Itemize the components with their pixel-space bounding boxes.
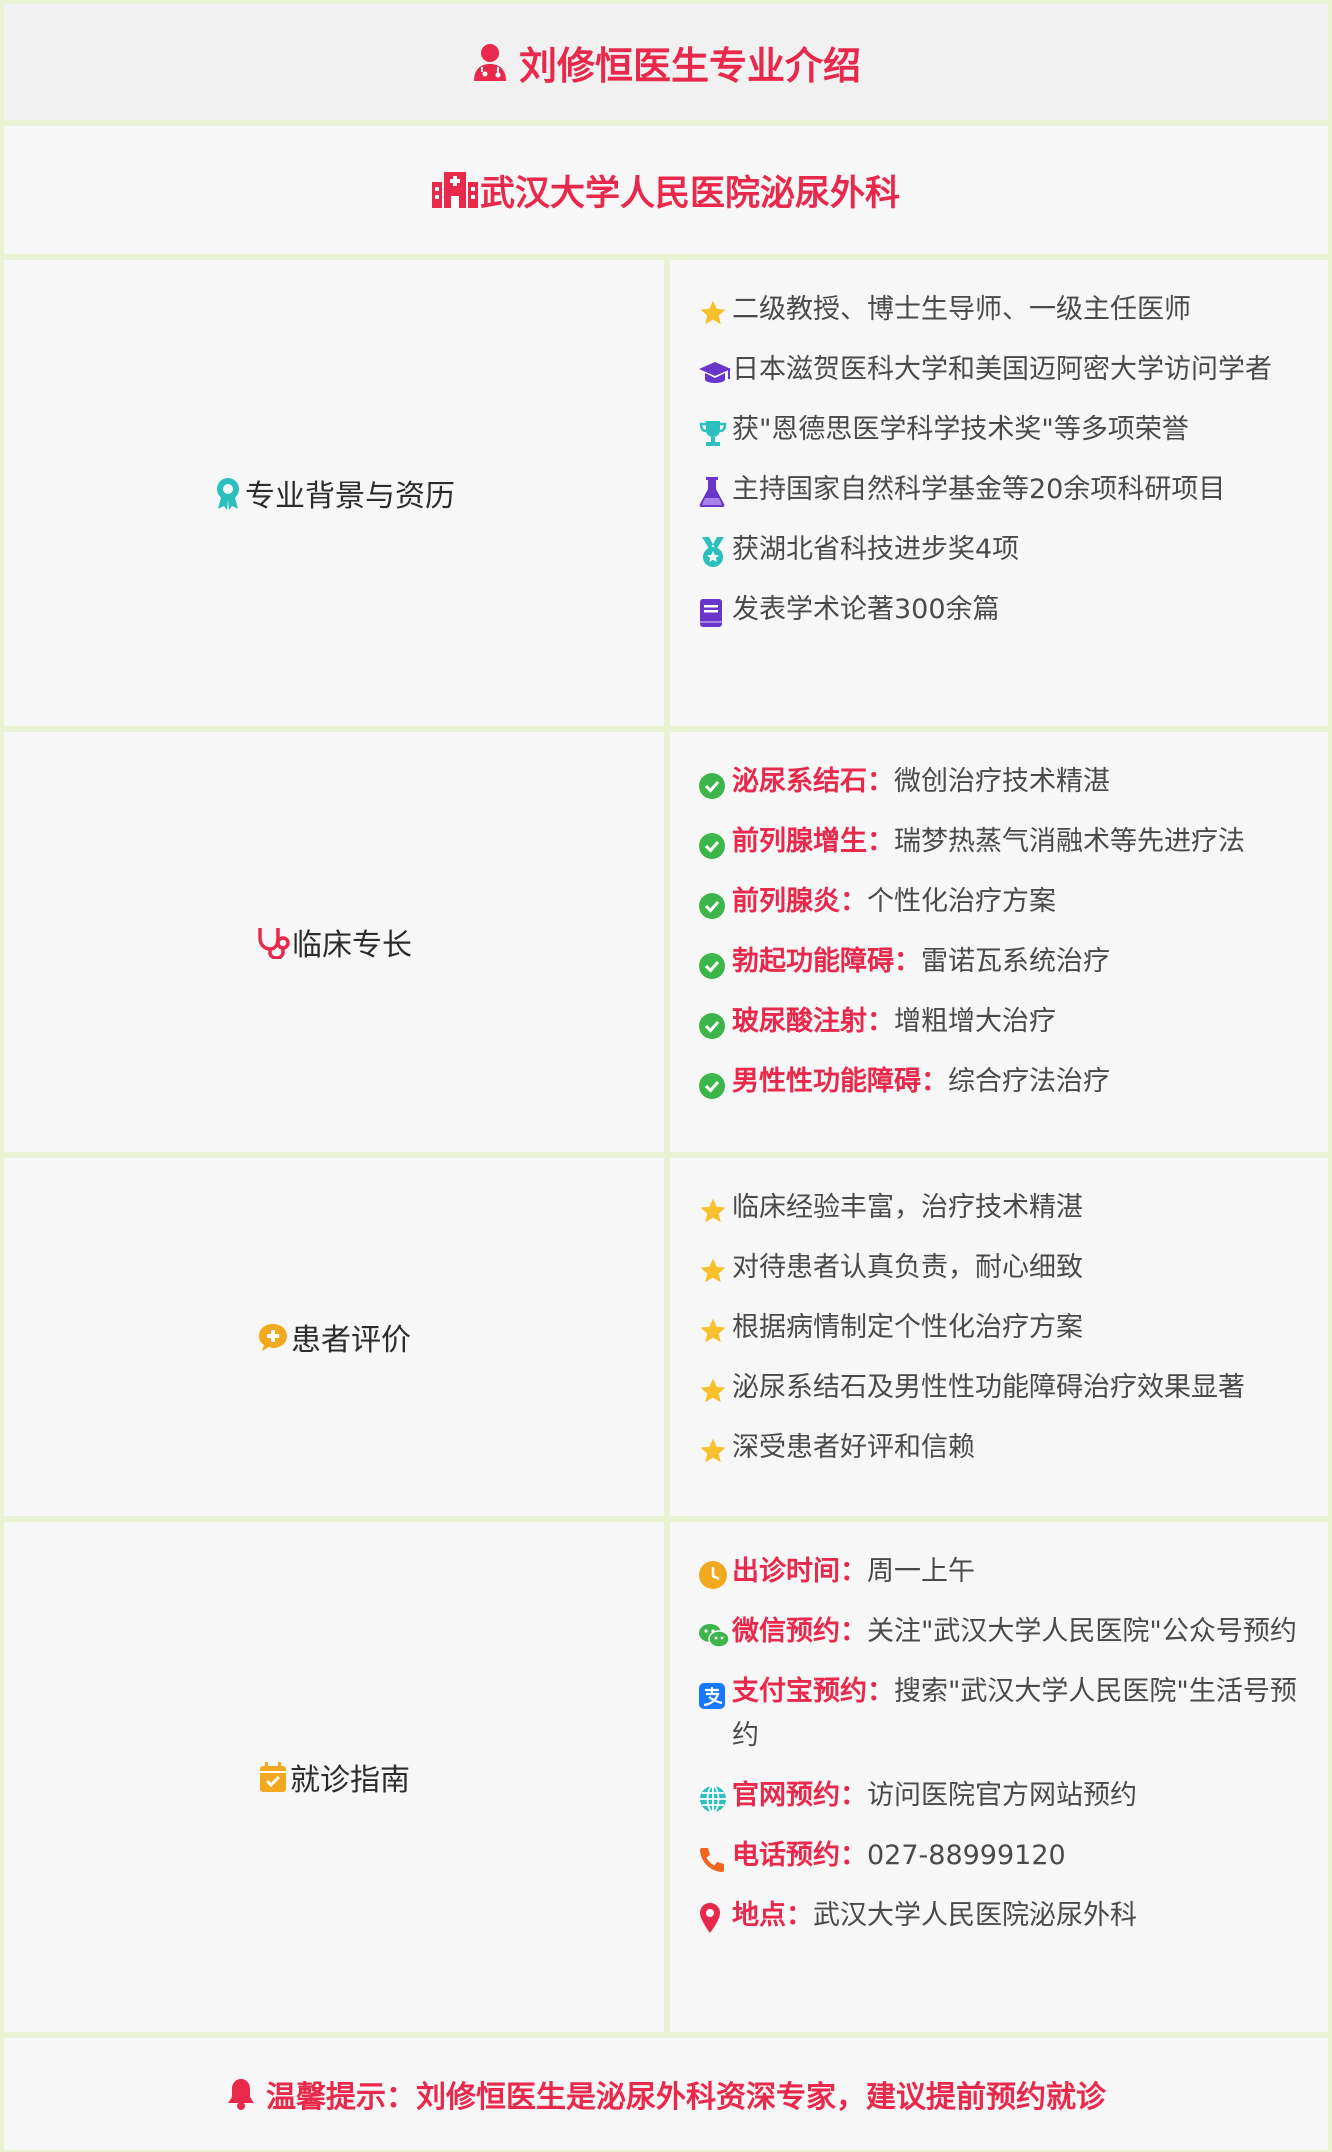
award-ribbon-icon: [217, 478, 239, 510]
list-item: 勃起功能障碍：雷诺瓦系统治疗: [698, 940, 1300, 984]
list-item: 深受患者好评和信赖: [698, 1426, 1300, 1470]
section-label: 患者评价: [257, 1315, 411, 1359]
star-icon: [698, 288, 732, 332]
check-circle-icon: [698, 1060, 732, 1104]
footer-notice: 温馨提示：刘修恒医生是泌尿外科资深专家，建议提前预约就诊: [4, 2038, 1328, 2150]
hospital-icon: [431, 172, 478, 208]
alipay-icon: [698, 1670, 732, 1714]
stethoscope-icon: [258, 928, 290, 959]
star-icon: [698, 1246, 732, 1290]
list-item: 获"恩德思医学科学技术奖"等多项荣誉: [698, 408, 1300, 452]
wechat-icon: [698, 1610, 732, 1654]
list-item: 电话预约：027-88999120: [698, 1834, 1300, 1878]
section-label: 就诊指南: [258, 1755, 410, 1799]
section-label: 专业背景与资历: [213, 471, 455, 515]
list-item: 根据病情制定个性化治疗方案: [698, 1306, 1300, 1350]
check-circle-icon: [698, 820, 732, 864]
list-item: 微信预约：关注"武汉大学人民医院"公众号预约: [698, 1610, 1300, 1654]
check-circle-icon: [698, 1000, 732, 1044]
star-icon: [698, 1426, 732, 1470]
list-item: 前列腺增生：瑞梦热蒸气消融术等先进疗法: [698, 820, 1300, 864]
section-content: 二级教授、博士生导师、一级主任医师 日本滋贺医科大学和美国迈阿密大学访问学者 获…: [670, 260, 1328, 726]
list-item: 出诊时间：周一上午: [698, 1550, 1300, 1594]
clock-icon: [698, 1550, 732, 1594]
star-icon: [698, 1186, 732, 1230]
section-label: 临床专长: [256, 920, 412, 964]
section-label-cell: 就诊指南: [4, 1522, 664, 2032]
section-label-cell: 患者评价: [4, 1158, 664, 1516]
title-bar: 刘修恒医生专业介绍: [4, 4, 1328, 120]
list-item: 泌尿系结石：微创治疗技术精湛: [698, 760, 1300, 804]
section-label-cell: 临床专长: [4, 732, 664, 1152]
location-pin-icon: [698, 1894, 732, 1938]
section-content: 临床经验丰富，治疗技术精湛 对待患者认真负责，耐心细致 根据病情制定个性化治疗方…: [670, 1158, 1328, 1516]
comment-medical-icon: [259, 1324, 287, 1351]
list-item: 发表学术论著300余篇: [698, 588, 1300, 632]
list-item: 获湖北省科技进步奖4项: [698, 528, 1300, 572]
book-icon: [698, 588, 732, 632]
check-circle-icon: [698, 880, 732, 924]
list-item: 男性性功能障碍：综合疗法治疗: [698, 1060, 1300, 1104]
page-title: 刘修恒医生专业介绍: [518, 43, 861, 88]
section-visit-guide: 就诊指南 出诊时间：周一上午 微信预约：关注"武汉大学人民医院"公众号预约 支付…: [4, 1522, 1328, 2032]
globe-icon: [698, 1774, 732, 1818]
medal-icon: [698, 528, 732, 572]
list-item: 前列腺炎：个性化治疗方案: [698, 880, 1300, 924]
list-item: 官网预约：访问医院官方网站预约: [698, 1774, 1300, 1818]
star-icon: [698, 1306, 732, 1350]
trophy-icon: [698, 408, 732, 452]
list-item: 对待患者认真负责，耐心细致: [698, 1246, 1300, 1290]
list-item: 日本滋贺医科大学和美国迈阿密大学访问学者: [698, 348, 1300, 392]
check-circle-icon: [698, 760, 732, 804]
doctor-icon: [471, 41, 509, 83]
footer-text: 温馨提示：刘修恒医生是泌尿外科资深专家，建议提前预约就诊: [266, 2080, 1106, 2115]
section-label-cell: 专业背景与资历: [4, 260, 664, 726]
list-item: 主持国家自然科学基金等20余项科研项目: [698, 468, 1300, 512]
section-specialty: 临床专长 泌尿系结石：微创治疗技术精湛 前列腺增生：瑞梦热蒸气消融术等先进疗法 …: [4, 732, 1328, 1152]
star-icon: [698, 1366, 732, 1410]
section-background: 专业背景与资历 二级教授、博士生导师、一级主任医师 日本滋贺医科大学和美国迈阿密…: [4, 260, 1328, 726]
list-item: 支付宝预约：搜索"武汉大学人民医院"生活号预约: [698, 1670, 1300, 1758]
check-circle-icon: [698, 940, 732, 984]
list-item: 二级教授、博士生导师、一级主任医师: [698, 288, 1300, 332]
list-item: 泌尿系结石及男性性功能障碍治疗效果显著: [698, 1366, 1300, 1410]
calendar-check-icon: [260, 1762, 286, 1792]
section-content: 出诊时间：周一上午 微信预约：关注"武汉大学人民医院"公众号预约 支付宝预约：搜…: [670, 1522, 1328, 2032]
flask-icon: [698, 468, 732, 512]
graduation-cap-icon: [698, 348, 732, 392]
phone-icon: [698, 1834, 732, 1878]
list-item: 地点：武汉大学人民医院泌尿外科: [698, 1894, 1300, 1938]
page: 刘修恒医生专业介绍 武汉大学人民医院泌尿外科 专业背景与资历 二级教授、博士生导…: [0, 0, 1332, 2152]
hospital-bar: 武汉大学人民医院泌尿外科: [4, 126, 1328, 254]
hospital-name: 武汉大学人民医院泌尿外科: [479, 173, 900, 214]
section-content: 泌尿系结石：微创治疗技术精湛 前列腺增生：瑞梦热蒸气消融术等先进疗法 前列腺炎：…: [670, 732, 1328, 1152]
list-item: 临床经验丰富，治疗技术精湛: [698, 1186, 1300, 1230]
section-reviews: 患者评价 临床经验丰富，治疗技术精湛 对待患者认真负责，耐心细致 根据病情制定个…: [4, 1158, 1328, 1516]
bell-icon: [226, 2077, 256, 2111]
list-item: 玻尿酸注射：增粗增大治疗: [698, 1000, 1300, 1044]
